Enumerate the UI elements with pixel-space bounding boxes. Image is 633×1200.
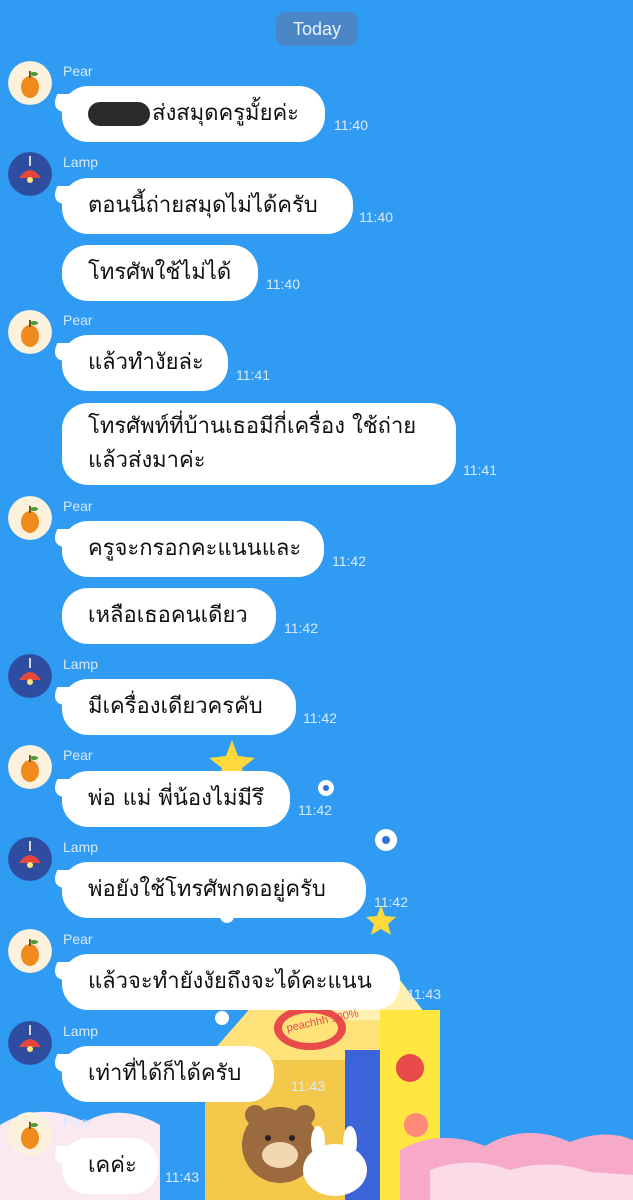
message-bubble[interactable]: ตอนนี้ถ่ายสมุดไม่ได้ครับ <box>62 178 353 234</box>
avatar-pear[interactable] <box>8 496 52 540</box>
sender-name: Pear <box>63 1114 93 1130</box>
sender-name: Lamp <box>63 154 99 170</box>
message-bubble[interactable]: พ่อยังใช้โทรศัพกดอยู่ครับ <box>62 862 366 918</box>
sender-name: Pear <box>63 63 93 79</box>
sender-name: Lamp <box>63 656 99 672</box>
message-text: โทรศัพใช้ไม่ได้ <box>88 260 232 285</box>
sender-name: Pear <box>63 498 93 514</box>
message-time: 11:40 <box>266 276 300 292</box>
avatar-pear[interactable] <box>8 745 52 789</box>
sender-name: Lamp <box>63 839 99 855</box>
message-bubble[interactable]: โทรศัพใช้ไม่ได้ <box>62 245 258 301</box>
avatar-pear[interactable] <box>8 310 52 354</box>
message-text: แล้วทำงัยล่ะ <box>88 350 204 375</box>
message-bubble[interactable]: โทรศัพท์ที่บ้านเธอมีกี่เครื่อง ใช้ถ่าย แ… <box>62 403 456 485</box>
avatar-lamp[interactable] <box>8 654 52 698</box>
message-text: แล้วจะทำยังงัยถึงจะได้คะแนน <box>88 969 372 994</box>
message-time: 11:43 <box>291 1078 325 1094</box>
message-bubble[interactable]: แล้วทำงัยล่ะ <box>62 335 228 391</box>
message-bubble[interactable]: เคค่ะ <box>62 1138 158 1194</box>
message-bubble[interactable]: ส่งสมุดครูมั้ยค่ะ <box>62 86 325 142</box>
message-time: 11:41 <box>463 462 497 478</box>
avatar-lamp[interactable] <box>8 837 52 881</box>
message-text: ส่งสมุดครูมั้ยค่ะ <box>152 101 299 126</box>
avatar-lamp[interactable] <box>8 152 52 196</box>
message-bubble[interactable]: พ่อ แม่ พี่น้องไม่มีรึ <box>62 771 290 827</box>
avatar-pear[interactable] <box>8 929 52 973</box>
message-time: 11:40 <box>334 117 368 133</box>
avatar-pear[interactable] <box>8 61 52 105</box>
message-bubble[interactable]: ครูจะกรอกคะแนนและ <box>62 521 324 577</box>
message-bubble[interactable]: เท่าที่ได้ก็ได้ครับ <box>62 1046 274 1102</box>
sender-name: Pear <box>63 312 93 328</box>
message-time: 11:42 <box>303 710 337 726</box>
message-text: พ่อยังใช้โทรศัพกดอยู่ครับ <box>88 877 326 902</box>
message-text: เคค่ะ <box>88 1153 137 1178</box>
sender-name: Lamp <box>63 1023 99 1039</box>
message-text: พ่อ แม่ พี่น้องไม่มีรึ <box>88 786 264 811</box>
message-text: ตอนนี้ถ่ายสมุดไม่ได้ครับ <box>88 193 318 218</box>
message-text: เท่าที่ได้ก็ได้ครับ <box>88 1061 242 1086</box>
avatar-pear[interactable] <box>8 1112 52 1156</box>
message-text: เหลือเธอคนเดียว <box>88 603 248 628</box>
message-time: 11:43 <box>165 1169 199 1185</box>
message-bubble[interactable]: เหลือเธอคนเดียว <box>62 588 276 644</box>
message-text: ครูจะกรอกคะแนนและ <box>88 536 302 561</box>
redacted-text <box>88 102 151 126</box>
message-time: 11:43 <box>407 986 441 1002</box>
message-time: 11:42 <box>332 553 366 569</box>
message-time: 11:42 <box>298 802 332 818</box>
message-time: 11:41 <box>236 367 270 383</box>
avatar-lamp[interactable] <box>8 1021 52 1065</box>
message-time: 11:42 <box>374 894 408 910</box>
message-text-line2: แล้วส่งมาค่ะ <box>88 448 206 473</box>
date-separator: Today <box>276 12 358 46</box>
sender-name: Pear <box>63 747 93 763</box>
message-time: 11:42 <box>284 620 318 636</box>
sender-name: Pear <box>63 931 93 947</box>
message-text: มีเครื่องเดียวครคับ <box>88 694 263 719</box>
message-bubble[interactable]: มีเครื่องเดียวครคับ <box>62 679 296 735</box>
message-text: โทรศัพท์ที่บ้านเธอมีกี่เครื่อง ใช้ถ่าย <box>88 414 417 439</box>
message-time: 11:40 <box>359 209 393 225</box>
message-bubble[interactable]: แล้วจะทำยังงัยถึงจะได้คะแนน <box>62 954 400 1010</box>
